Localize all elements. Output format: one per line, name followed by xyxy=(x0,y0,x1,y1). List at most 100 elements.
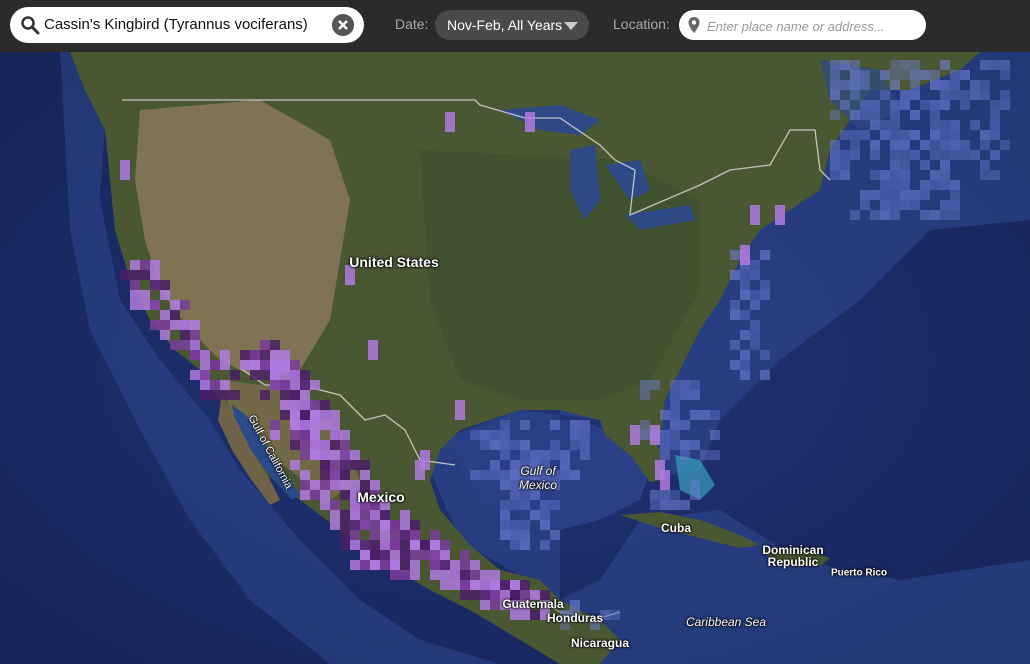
grid-cell xyxy=(470,590,480,600)
grid-cell xyxy=(890,170,900,180)
grid-cell xyxy=(980,80,990,90)
grid-cell xyxy=(200,360,210,370)
grid-cell xyxy=(570,420,580,430)
grid-cell xyxy=(370,510,380,520)
grid-cell xyxy=(270,380,280,390)
grid-cell xyxy=(350,450,360,460)
grid-cell xyxy=(300,450,310,460)
grid-cell xyxy=(320,480,330,490)
grid-cell xyxy=(230,390,240,400)
grid-cell xyxy=(320,490,330,500)
species-search-input[interactable]: Cassin's Kingbird (Tyrannus vociferans) xyxy=(44,16,308,33)
grid-cell xyxy=(550,450,560,460)
grid-cell xyxy=(990,110,1000,120)
label-caribbean-sea: Caribbean Sea xyxy=(685,615,767,629)
grid-cell xyxy=(330,480,340,490)
grid-cell xyxy=(480,580,490,590)
grid-cell xyxy=(970,150,980,160)
grid-cell xyxy=(650,500,660,510)
grid-cell xyxy=(840,150,850,160)
grid-cell xyxy=(860,130,870,140)
grid-cell xyxy=(440,550,450,560)
grid-cell xyxy=(530,450,540,460)
label-dominican-republic: Dominican Republic xyxy=(762,543,824,569)
grid-cell xyxy=(400,560,410,570)
grid-cell xyxy=(680,380,690,390)
label-mexico: Mexico xyxy=(357,489,405,505)
grid-cell xyxy=(920,100,930,110)
grid-cell xyxy=(890,200,900,210)
grid-cell xyxy=(740,245,750,265)
grid-cell xyxy=(880,180,890,190)
label-guatemala: Guatemala xyxy=(502,597,564,611)
grid-cell xyxy=(360,510,370,520)
grid-cell xyxy=(900,60,910,70)
grid-cell xyxy=(340,490,350,500)
grid-cell xyxy=(980,60,990,70)
grid-cell xyxy=(510,440,520,450)
grid-cell xyxy=(540,500,550,510)
grid-cell xyxy=(670,400,680,410)
grid-cell xyxy=(210,390,220,400)
location-field[interactable] xyxy=(679,10,926,40)
date-range-select[interactable]: Nov-Feb, All Years xyxy=(435,10,589,40)
grid-cell xyxy=(520,420,530,430)
grid-cell xyxy=(890,110,900,120)
grid-cell xyxy=(130,290,140,300)
grid-cell xyxy=(940,100,950,110)
grid-cell xyxy=(880,130,890,140)
grid-cell xyxy=(940,90,950,100)
grid-cell xyxy=(390,560,400,570)
clear-search-icon[interactable] xyxy=(332,14,354,36)
grid-cell xyxy=(930,100,940,110)
grid-cell xyxy=(840,160,850,170)
grid-cell xyxy=(950,150,960,160)
grid-cell xyxy=(300,370,310,380)
grid-cell xyxy=(390,540,400,550)
grid-cell xyxy=(160,320,170,330)
grid-cell xyxy=(510,580,520,590)
location-input[interactable] xyxy=(705,15,921,37)
grid-cell xyxy=(880,200,890,210)
grid-cell xyxy=(900,90,910,100)
grid-cell xyxy=(270,340,280,350)
grid-cell xyxy=(130,280,140,290)
species-search-box[interactable]: Cassin's Kingbird (Tyrannus vociferans) xyxy=(10,7,364,43)
grid-cell xyxy=(980,160,990,170)
grid-cell xyxy=(960,140,970,150)
grid-cell xyxy=(140,260,150,270)
grid-cell xyxy=(340,440,350,450)
grid-cell xyxy=(290,460,300,470)
grid-cell xyxy=(320,470,330,480)
grid-cell xyxy=(480,570,490,580)
grid-cell xyxy=(750,260,760,270)
grid-cell xyxy=(520,580,530,590)
grid-cell xyxy=(580,430,590,440)
grid-cell xyxy=(525,112,535,132)
grid-cell xyxy=(740,280,750,290)
map-view[interactable]: United States Mexico Gulf of Mexico Gulf… xyxy=(0,52,1030,664)
grid-cell xyxy=(920,210,930,220)
grid-cell xyxy=(840,80,850,90)
grid-cell xyxy=(670,380,680,390)
grid-cell xyxy=(150,300,160,310)
grid-cell xyxy=(570,440,580,450)
grid-cell xyxy=(280,350,290,360)
grid-cell xyxy=(310,420,320,430)
grid-cell xyxy=(540,520,550,530)
grid-cell xyxy=(870,120,880,130)
grid-cell xyxy=(980,170,990,180)
grid-cell xyxy=(170,320,180,330)
grid-cell xyxy=(340,460,350,470)
grid-cell xyxy=(690,440,700,450)
grid-cell xyxy=(950,70,960,80)
grid-cell xyxy=(670,420,680,430)
grid-cell xyxy=(1000,140,1010,150)
grid-cell xyxy=(290,390,300,400)
grid-cell xyxy=(950,210,960,220)
grid-cell xyxy=(740,310,750,320)
grid-cell xyxy=(240,350,250,360)
grid-cell xyxy=(860,190,870,200)
grid-cell xyxy=(500,530,510,540)
grid-cell xyxy=(340,520,350,530)
